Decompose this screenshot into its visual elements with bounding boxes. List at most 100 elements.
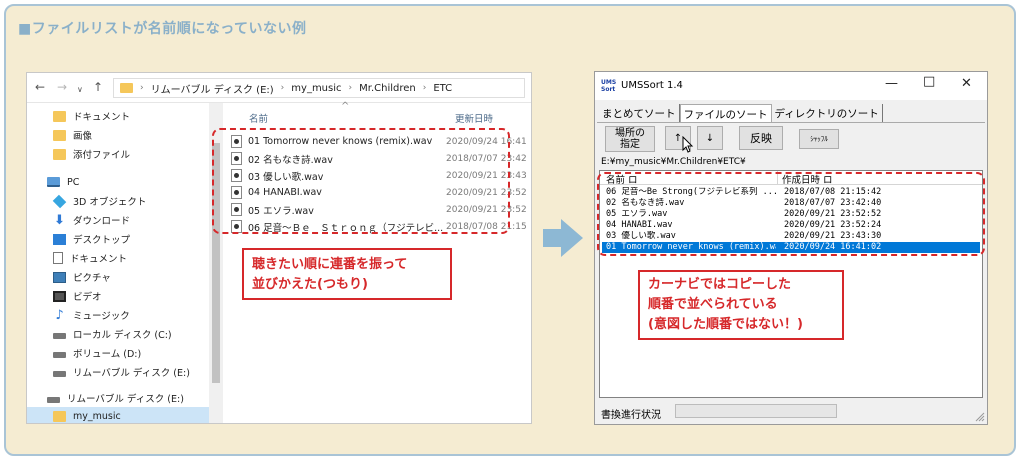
highlight-dashed-box-umssort	[597, 172, 985, 256]
sort-ascending-icon: ^	[341, 101, 350, 112]
tab-divider	[597, 122, 985, 124]
nav-item-downloads[interactable]: ⬇ ダウンロード	[53, 211, 130, 229]
nav-item-desktop[interactable]: デスクトップ	[53, 230, 130, 248]
breadcrumb[interactable]: › リムーバブル ディスク (E:) › my_music › Mr.Child…	[113, 78, 525, 98]
callout-line: 聴きたい順に連番を振って	[252, 257, 408, 272]
drive-icon	[53, 370, 66, 377]
pictures-icon	[53, 271, 66, 283]
folder-icon	[120, 83, 133, 93]
3d-objects-icon	[52, 194, 67, 208]
tab-file-sort[interactable]: ファイルのソート	[679, 104, 772, 122]
nav-item-images-folder[interactable]: 画像	[53, 126, 92, 144]
maximize-icon[interactable]: □	[923, 74, 935, 89]
path-display: E:¥my_music¥Mr.Children¥ETC¥	[601, 157, 746, 167]
close-icon[interactable]: ✕	[961, 76, 972, 91]
recent-locations-chevron-icon[interactable]: ∨	[77, 84, 83, 96]
highlight-dashed-box-explorer	[212, 128, 510, 234]
progress-label: 書換進行状況	[601, 410, 661, 421]
nav-item-label: my_music	[73, 410, 121, 422]
nav-item-label: ボリューム (D:)	[73, 349, 142, 360]
nav-item-label: ミュージック	[73, 311, 130, 322]
nav-item-videos[interactable]: ビデオ	[53, 287, 102, 305]
callout-line: 並びかえた(つもり)	[252, 277, 368, 292]
back-arrow-icon[interactable]: ←	[35, 81, 45, 93]
folder-icon	[53, 110, 66, 122]
nav-item-label: 3D オブジェクト	[73, 197, 147, 208]
nav-item-label: ダウンロード	[73, 216, 131, 227]
callout-explorer: 聴きたい順に連番を振って 並びかえた(つもり)	[242, 248, 452, 300]
nav-item-label: ビデオ	[73, 292, 102, 303]
folder-icon	[53, 410, 66, 422]
folder-icon	[53, 129, 66, 141]
move-down-button[interactable]: ↓	[697, 126, 723, 150]
specify-location-button[interactable]: 場所の 指定	[605, 126, 655, 152]
nav-item-label: リムーバブル ディスク (E:)	[67, 394, 184, 405]
app-logo-icon: UMS Sort	[601, 79, 617, 93]
chevron-right-icon: ›	[422, 83, 427, 93]
nav-item-pc[interactable]: PC	[47, 173, 79, 191]
apply-button[interactable]: 反映	[739, 126, 783, 150]
up-arrow-icon[interactable]: ↑	[93, 81, 103, 93]
nav-item-label: ドキュメント	[73, 112, 131, 123]
column-header-date[interactable]: 更新日時	[455, 111, 493, 125]
pc-icon	[47, 177, 60, 187]
callout-line: 順番で並べられている	[648, 297, 778, 312]
nav-item-3d-objects[interactable]: 3D オブジェクト	[52, 192, 147, 210]
music-icon: ♪	[55, 307, 64, 323]
breadcrumb-item[interactable]: ETC	[433, 83, 452, 94]
right-arrow-icon	[543, 219, 583, 257]
nav-item-label: リムーバブル ディスク (E:)	[73, 368, 190, 379]
callout-line: カーナビではコピーした	[648, 277, 792, 292]
tab-strip: まとめてソート ファイルのソート ディレクトリのソート	[599, 104, 883, 122]
nav-item-local-disk-c[interactable]: ローカル ディスク (C:)	[53, 325, 172, 343]
folder-icon	[53, 148, 66, 160]
breadcrumb-item[interactable]: my_music	[291, 83, 341, 94]
title-bar: UMS Sort UMSSort 1.4 — □ ✕	[595, 72, 987, 100]
nav-item-label: ピクチャ	[73, 273, 111, 284]
breadcrumb-item[interactable]: Mr.Children	[359, 83, 416, 94]
address-bar: ← → ∨ ↑ › リムーバブル ディスク (E:) › my_music › …	[27, 73, 531, 103]
window-title: UMSSort 1.4	[621, 80, 683, 91]
navigation-pane: ドキュメント 画像 添付ファイル PC 3D オブジェクト ⬇ ダウンロード デ…	[27, 103, 209, 423]
nav-item-attachments-folder[interactable]: 添付ファイル	[53, 145, 130, 163]
nav-item-label: PC	[67, 176, 80, 188]
button-label: 場所の	[615, 128, 645, 139]
document-icon	[53, 252, 63, 264]
nav-item-label: 添付ファイル	[73, 150, 131, 161]
drive-icon	[53, 332, 66, 339]
tab-directory-sort[interactable]: ディレクトリのソート	[772, 104, 883, 122]
callout-umssort: カーナビではコピーした 順番で並べられている (意図した順番ではない！)	[638, 270, 844, 340]
nav-item-removable-disk-e-root[interactable]: リムーバブル ディスク (E:)	[47, 389, 184, 407]
nav-item-label: デスクトップ	[73, 235, 131, 246]
minimize-icon[interactable]: —	[885, 76, 898, 91]
chevron-right-icon: ›	[140, 83, 144, 93]
desktop-icon	[53, 233, 66, 245]
nav-item-documents[interactable]: ドキュメント	[53, 249, 127, 267]
drive-icon	[53, 351, 66, 358]
mouse-cursor-icon	[682, 136, 694, 153]
nav-item-label: ローカル ディスク (C:)	[73, 330, 172, 341]
nav-item-pictures[interactable]: ピクチャ	[53, 268, 111, 286]
progress-bar	[675, 404, 837, 418]
chevron-right-icon: ›	[280, 83, 285, 93]
page-heading: ■ファイルリストが名前順になっていない例	[18, 21, 307, 37]
nav-item-removable-disk-e[interactable]: リムーバブル ディスク (E:)	[53, 363, 190, 381]
forward-arrow-icon[interactable]: →	[57, 81, 67, 93]
nav-item-my-music[interactable]: my_music	[27, 407, 209, 423]
resize-grip-icon[interactable]	[975, 412, 985, 422]
nav-item-volume-d[interactable]: ボリューム (D:)	[53, 344, 141, 362]
shuffle-button[interactable]: ｼｬｯﾌﾙ	[799, 129, 839, 149]
videos-icon	[53, 290, 66, 302]
nav-item-music[interactable]: ♪ ミュージック	[53, 306, 130, 324]
nav-item-label: ドキュメント	[70, 254, 128, 265]
nav-item-documents-folder[interactable]: ドキュメント	[53, 107, 130, 125]
callout-line: (意図した順番ではない！)	[648, 317, 803, 332]
chevron-right-icon: ›	[348, 83, 353, 93]
nav-item-label: 画像	[73, 131, 93, 142]
breadcrumb-item[interactable]: リムーバブル ディスク (E:)	[151, 81, 274, 96]
drive-icon	[47, 396, 60, 403]
download-icon: ⬇	[54, 212, 65, 228]
tab-batch-sort[interactable]: まとめてソート	[599, 104, 680, 122]
column-header-name[interactable]: 名前	[249, 111, 268, 125]
button-label: 指定	[620, 139, 640, 150]
